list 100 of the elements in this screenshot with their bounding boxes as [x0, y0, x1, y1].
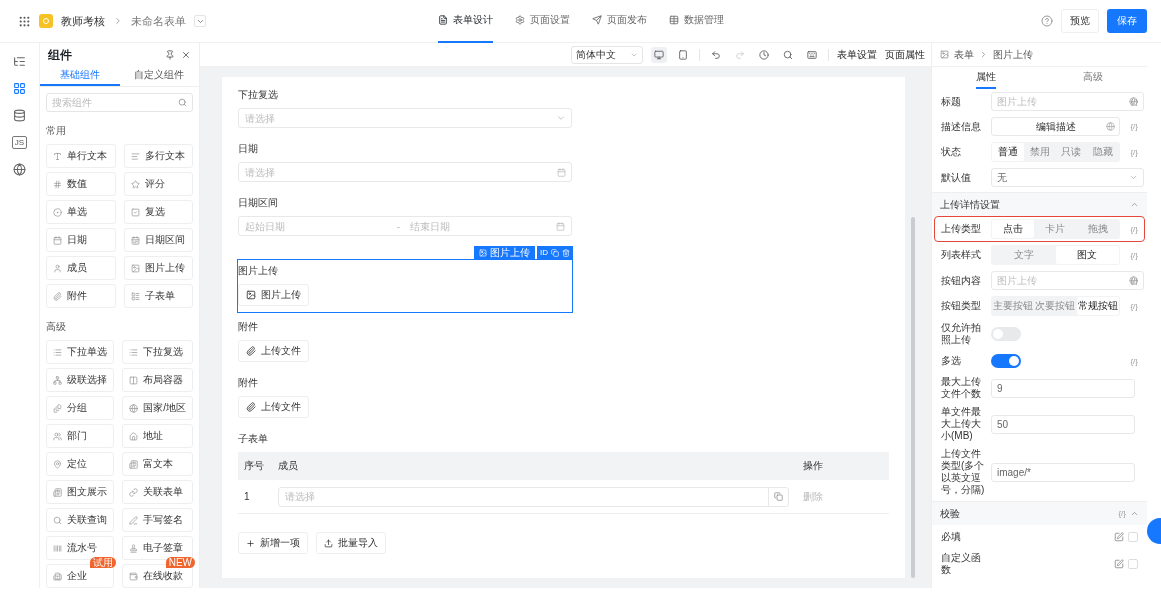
edit-icon[interactable]: [1114, 532, 1124, 542]
date-field[interactable]: 请选择: [238, 162, 572, 182]
nav-tab[interactable]: 数据管理: [669, 0, 724, 43]
segment-option[interactable]: 常规按钮: [1076, 297, 1119, 315]
toolbar-button[interactable]: 页面属性: [885, 47, 925, 62]
segment-option[interactable]: 点击: [992, 220, 1035, 238]
text-input[interactable]: 50: [997, 418, 1129, 430]
toolbar-button[interactable]: 表单设置: [837, 47, 877, 62]
property-tab[interactable]: 高级: [1039, 67, 1147, 89]
search-field[interactable]: 搜索组件: [46, 93, 193, 112]
list-icon: [53, 347, 62, 357]
close-icon[interactable]: [181, 50, 191, 60]
component-item[interactable]: 部门: [46, 424, 115, 448]
home-icon: [129, 431, 139, 441]
script-button[interactable]: JS: [11, 136, 28, 149]
component-item[interactable]: 国家/地区: [122, 396, 193, 420]
component-item[interactable]: 关联查询: [46, 508, 115, 532]
chevron-up-icon: [1130, 509, 1139, 518]
component-item[interactable]: 单选: [46, 200, 116, 224]
assistant-button[interactable]: [1147, 518, 1161, 544]
checkbox[interactable]: [1128, 559, 1138, 569]
component-item[interactable]: 复选: [123, 200, 193, 224]
nav-tab[interactable]: 表单设计: [438, 0, 493, 43]
file-upload-button[interactable]: 上传文件: [238, 396, 309, 418]
pen-icon: [129, 515, 139, 525]
text-field[interactable]: 9: [991, 378, 1135, 398]
component-item[interactable]: 评分: [123, 172, 193, 196]
outline-button[interactable]: [13, 55, 26, 68]
image-upload-button[interactable]: 图片上传: [238, 284, 309, 306]
help-icon[interactable]: [1041, 15, 1053, 27]
preview-button[interactable]: 预览: [1061, 9, 1099, 33]
component-item[interactable]: 单行文本: [46, 144, 116, 168]
component-item[interactable]: 布局容器: [122, 368, 193, 392]
component-item[interactable]: 地址: [122, 424, 193, 448]
section-header[interactable]: 校验 {/}: [932, 501, 1147, 525]
component-item[interactable]: 图片上传: [123, 256, 193, 280]
toggle-switch[interactable]: [991, 354, 1021, 368]
panel-tab[interactable]: 基础组件: [40, 67, 120, 87]
member-field[interactable]: 请选择: [278, 486, 789, 507]
component-item[interactable]: 日期: [46, 228, 116, 252]
select-field[interactable]: 请选择: [238, 108, 572, 128]
add-item-button[interactable]: 新增一项: [238, 532, 308, 554]
component-item[interactable]: 图文展示: [46, 480, 115, 504]
component-item[interactable]: 手写签名: [122, 508, 193, 532]
component-item[interactable]: 多行文本: [123, 144, 193, 168]
language-select[interactable]: 简体中文: [571, 45, 643, 64]
checkbox[interactable]: [1128, 532, 1138, 542]
edit-description-button[interactable]: 编辑描述: [991, 117, 1120, 136]
text-input[interactable]: 9: [997, 382, 1129, 394]
text-field[interactable]: image/*: [991, 462, 1135, 482]
section-header[interactable]: 上传详情设置: [932, 192, 1147, 216]
component-item[interactable]: 子表单: [123, 284, 193, 308]
property-label: 多选: [941, 355, 962, 367]
desktop-button[interactable]: [651, 46, 667, 63]
database-button[interactable]: [13, 109, 26, 122]
file-upload-button[interactable]: 上传文件: [238, 340, 309, 362]
component-item[interactable]: 数值: [46, 172, 116, 196]
segment-option[interactable]: 图文: [1055, 246, 1119, 264]
component-item[interactable]: 分组: [46, 396, 115, 420]
component-item[interactable]: 下拉单选: [46, 340, 115, 364]
save-button[interactable]: 保存: [1107, 9, 1147, 33]
component-item[interactable]: 日期区间: [123, 228, 193, 252]
globe-button[interactable]: [13, 163, 26, 176]
text-field[interactable]: 50: [991, 414, 1135, 434]
search-input[interactable]: 搜索组件: [52, 97, 178, 109]
field-label: 附件: [238, 320, 259, 334]
field-label: 下拉复选: [238, 88, 279, 102]
select-field[interactable]: 无: [991, 168, 1144, 187]
select-input[interactable]: 无: [997, 172, 1129, 183]
pin-icon[interactable]: [165, 50, 175, 60]
component-item[interactable]: 定位: [46, 452, 115, 476]
document-icon: [129, 459, 139, 469]
property-label: 状态: [941, 146, 962, 158]
edit-icon[interactable]: [1114, 559, 1124, 569]
panel-tab[interactable]: 自定义组件: [119, 67, 199, 87]
outline-icon: [13, 55, 26, 68]
import-button[interactable]: 批量导入: [316, 532, 386, 554]
dropdown-button[interactable]: [194, 15, 206, 27]
component-item[interactable]: 成员: [46, 256, 116, 280]
segment-option[interactable]: 普通: [992, 143, 1024, 161]
component-item[interactable]: 富文本: [122, 452, 193, 476]
chevron-down-icon: [1129, 173, 1138, 182]
breadcrumb-item[interactable]: 表单: [954, 47, 974, 62]
member-input[interactable]: 请选择: [285, 491, 768, 502]
nav-tab[interactable]: 页面发布: [592, 0, 647, 43]
component-item[interactable]: 级联选择: [46, 368, 115, 392]
component-item[interactable]: 关联表单: [122, 480, 193, 504]
globe-icon: [1129, 97, 1138, 106]
trash-icon[interactable]: [562, 248, 570, 257]
grid-button[interactable]: [13, 82, 26, 95]
property-tab[interactable]: 属性: [932, 67, 1040, 89]
search-icon: [178, 98, 187, 108]
copy-icon[interactable]: [551, 248, 559, 257]
component-item[interactable]: 附件: [46, 284, 116, 308]
text-input[interactable]: image/*: [997, 466, 1129, 478]
row-number: 1: [244, 491, 251, 502]
component-item[interactable]: 下拉复选: [122, 340, 193, 364]
nav-tab[interactable]: 页面设置: [515, 0, 570, 43]
badge: 试用: [90, 557, 117, 568]
apps-icon[interactable]: [18, 14, 31, 28]
